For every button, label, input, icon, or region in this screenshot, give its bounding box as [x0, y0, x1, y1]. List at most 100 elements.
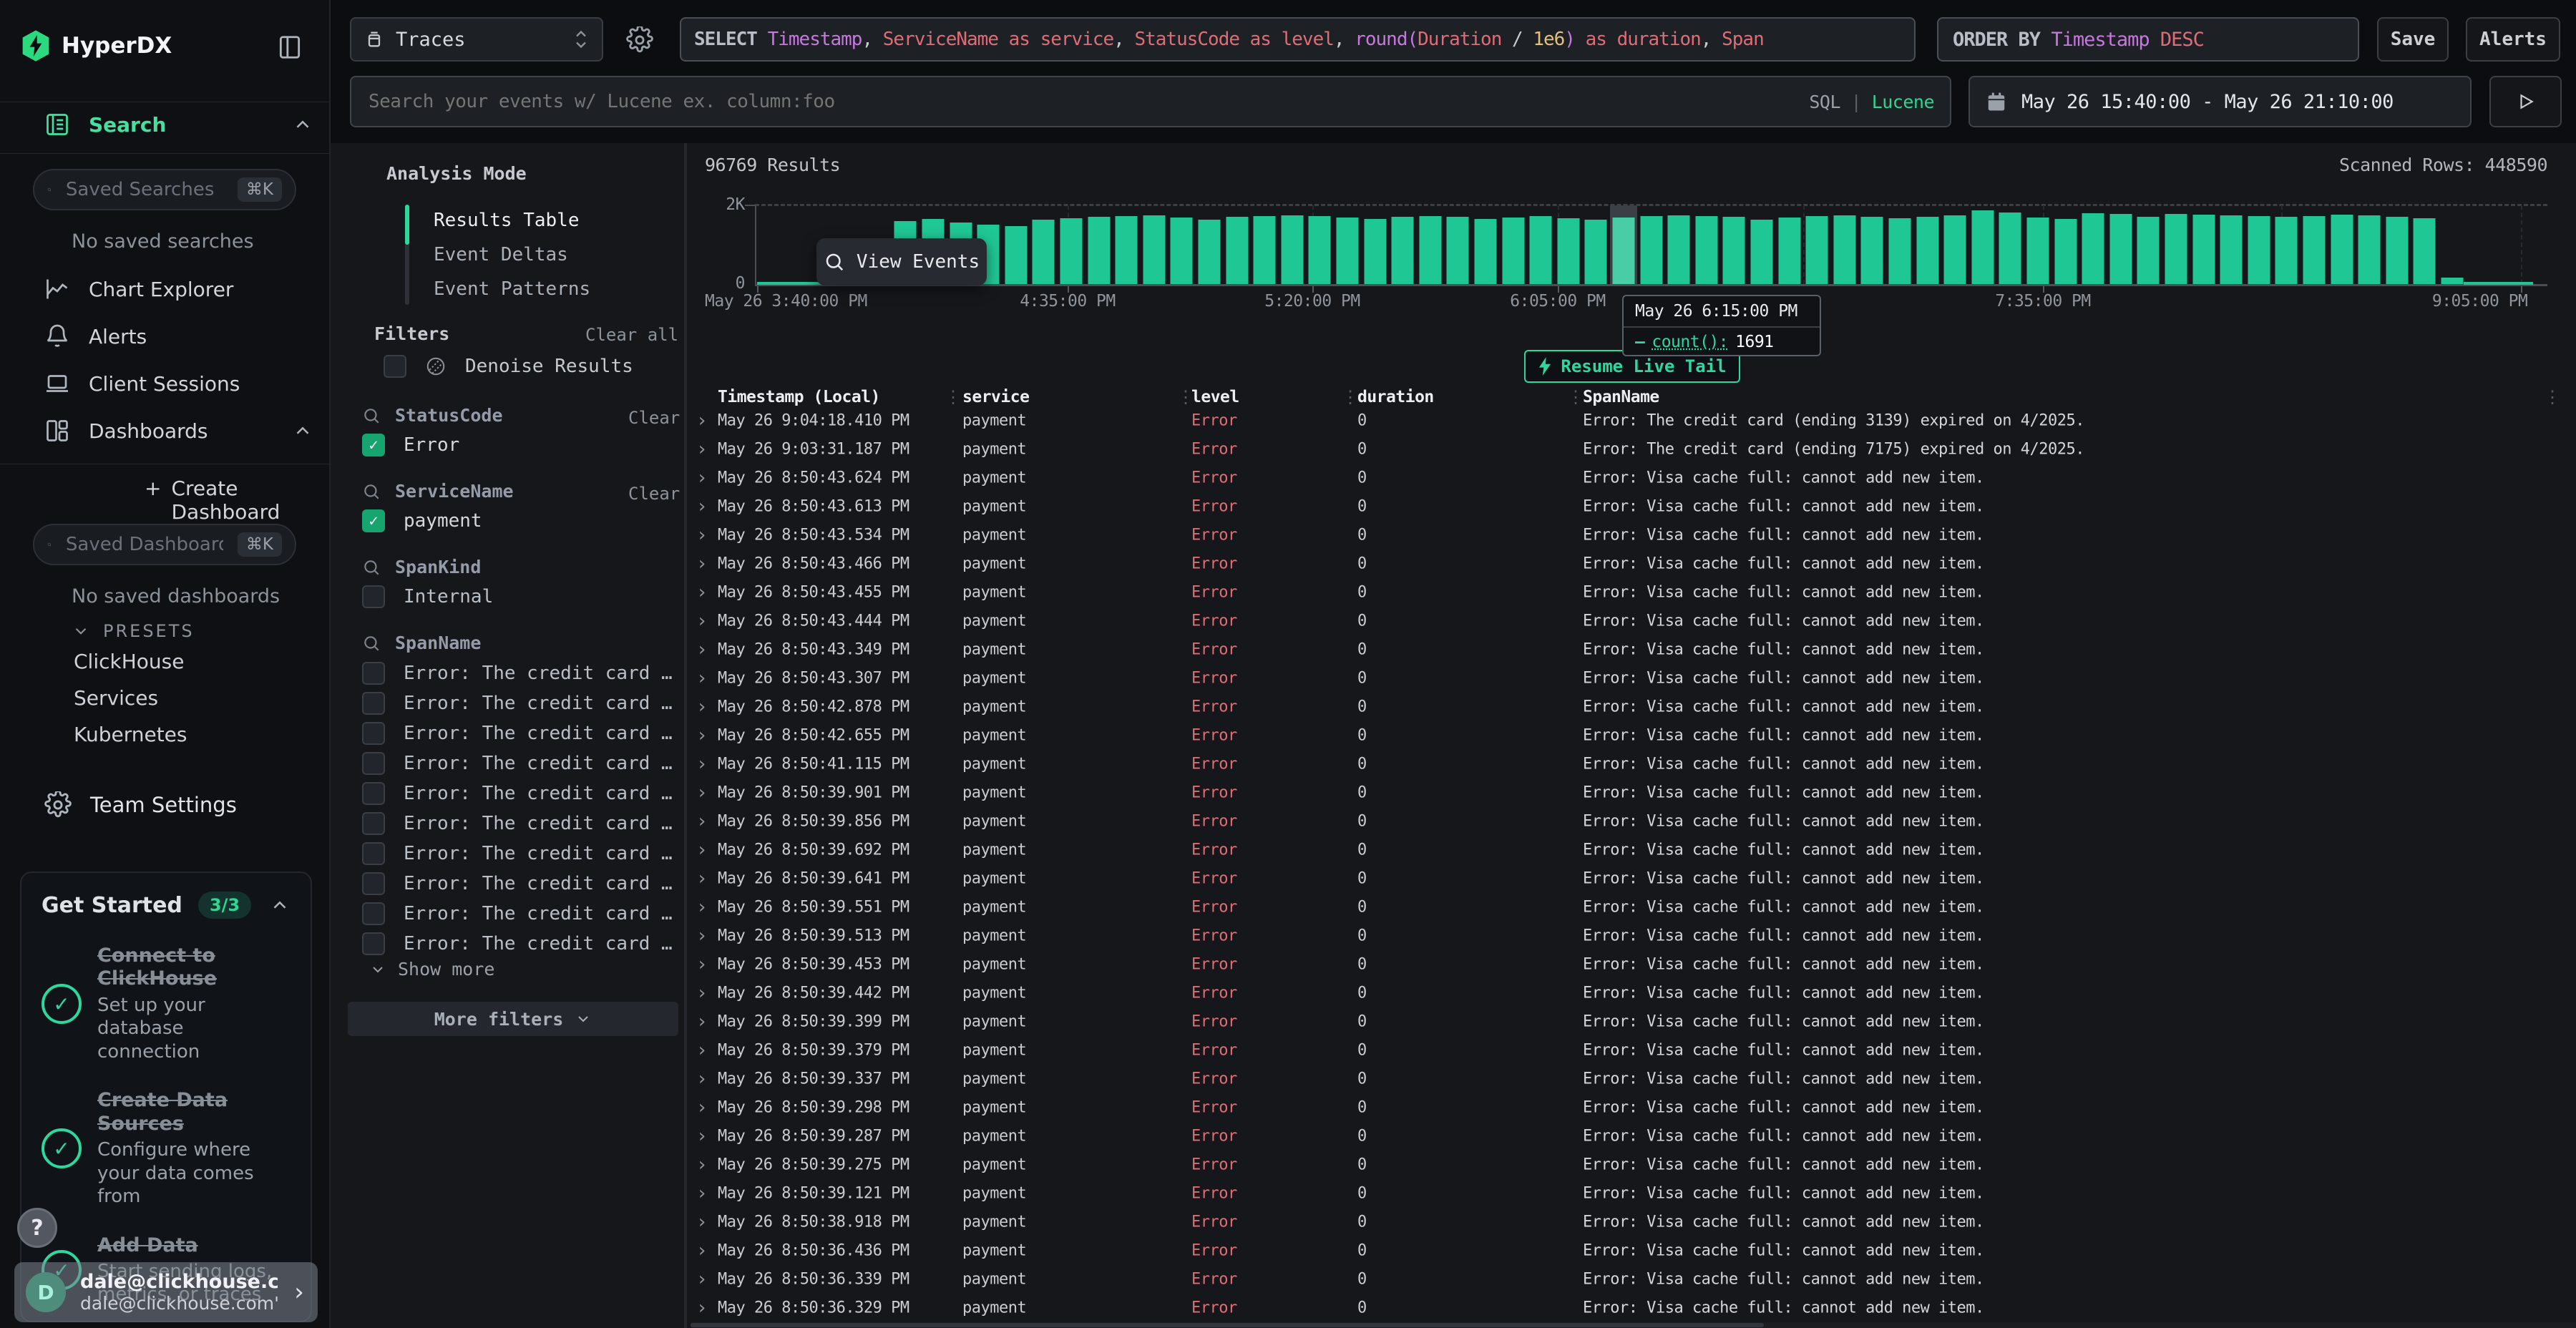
table-row[interactable]: › May 26 8:50:42.655 PM payment Error 0 … — [691, 721, 2576, 750]
row-expand-chevron[interactable]: › — [696, 925, 707, 947]
table-row[interactable]: › May 26 8:50:38.918 PM payment Error 0 … — [691, 1208, 2576, 1236]
table-row[interactable]: › May 26 8:50:42.878 PM payment Error 0 … — [691, 693, 2576, 721]
event-search-bar[interactable]: SQL | Lucene — [350, 76, 1951, 127]
table-row[interactable]: › May 26 8:50:39.513 PM payment Error 0 … — [691, 922, 2576, 950]
scrollbar-thumb[interactable] — [691, 1323, 1764, 1327]
save-button[interactable]: Save — [2377, 17, 2449, 62]
table-row[interactable]: › May 26 8:50:43.466 PM payment Error 0 … — [691, 550, 2576, 578]
row-expand-chevron[interactable]: › — [696, 467, 707, 489]
unchecked-checkbox[interactable] — [362, 752, 385, 775]
denoise-results-toggle[interactable]: Denoise Results — [384, 355, 633, 378]
user-profile-card[interactable]: D dale@clickhouse.com dale@clickhouse.co… — [14, 1262, 318, 1322]
table-row[interactable]: › May 26 8:50:39.442 PM payment Error 0 … — [691, 979, 2576, 1007]
row-expand-chevron[interactable]: › — [696, 1040, 707, 1061]
row-expand-chevron[interactable]: › — [696, 782, 707, 804]
filter-spanname-option[interactable]: Error: The credit card … — [362, 869, 684, 899]
col-header-spanname[interactable]: SpanName — [1583, 388, 1659, 406]
filter-servicename-payment[interactable]: ✓ payment — [362, 509, 482, 532]
unchecked-checkbox[interactable] — [362, 692, 385, 715]
source-select[interactable]: Traces — [350, 17, 603, 62]
date-range-picker[interactable]: May 26 15:40:00 - May 26 21:10:00 — [1968, 76, 2472, 127]
search-icon[interactable] — [362, 634, 381, 653]
row-expand-chevron[interactable]: › — [696, 610, 707, 632]
row-expand-chevron[interactable]: › — [696, 668, 707, 689]
table-row[interactable]: › May 26 8:50:43.307 PM payment Error 0 … — [691, 664, 2576, 693]
row-expand-chevron[interactable]: › — [696, 1297, 707, 1319]
table-row[interactable]: › May 26 8:50:39.379 PM payment Error 0 … — [691, 1036, 2576, 1065]
analysis-mode-option[interactable]: Event Patterns — [434, 272, 590, 306]
unchecked-checkbox[interactable] — [362, 932, 385, 955]
row-expand-chevron[interactable]: › — [696, 1126, 707, 1147]
sidebar-item-client-sessions[interactable]: Client Sessions — [44, 371, 240, 396]
table-row[interactable]: › May 26 8:50:39.453 PM payment Error 0 … — [691, 950, 2576, 979]
chevron-up-icon[interactable] — [292, 114, 313, 135]
checked-checkbox[interactable]: ✓ — [362, 434, 385, 456]
table-row[interactable]: › May 26 8:50:39.337 PM payment Error 0 … — [691, 1065, 2576, 1093]
col-header-duration[interactable]: duration — [1357, 388, 1434, 406]
row-expand-chevron[interactable]: › — [696, 1183, 707, 1204]
chevron-up-icon[interactable] — [269, 894, 291, 916]
source-settings-gear-icon[interactable] — [626, 26, 653, 54]
col-header-level[interactable]: level — [1191, 388, 1239, 406]
clear-all-link[interactable]: Clear all — [585, 325, 678, 345]
table-row[interactable]: › May 26 8:50:39.901 PM payment Error 0 … — [691, 778, 2576, 807]
column-drag-handle[interactable]: ⋮ — [2544, 387, 2561, 407]
table-row[interactable]: › May 26 8:50:39.856 PM payment Error 0 … — [691, 807, 2576, 836]
sidebar-item-alerts[interactable]: Alerts — [44, 323, 147, 349]
filter-spanname-option[interactable]: Error: The credit card … — [362, 658, 684, 688]
get-started-item[interactable]: ✓ Connect to ClickHouse Set up your data… — [42, 944, 291, 1063]
unchecked-checkbox[interactable] — [362, 722, 385, 745]
table-row[interactable]: › May 26 8:50:39.399 PM payment Error 0 … — [691, 1007, 2576, 1036]
row-expand-chevron[interactable]: › — [696, 1097, 707, 1118]
filter-spanname-option[interactable]: Error: The credit card … — [362, 688, 684, 718]
filter-spanname-option[interactable]: Error: The credit card … — [362, 929, 684, 959]
sidebar-item-team-settings[interactable]: Team Settings — [44, 791, 237, 819]
analysis-mode-option[interactable]: Results Table — [434, 203, 590, 238]
row-expand-chevron[interactable]: › — [696, 839, 707, 861]
sidebar-item-dashboards[interactable]: Dashboards — [44, 418, 208, 444]
filter-statuscode-error[interactable]: ✓ Error — [362, 434, 459, 456]
search-icon[interactable] — [362, 406, 381, 425]
sql-query-editor[interactable]: SELECT Timestamp, ServiceName as service… — [680, 17, 1916, 62]
unchecked-checkbox[interactable] — [362, 812, 385, 835]
unchecked-checkbox[interactable] — [362, 662, 385, 685]
table-row[interactable]: › May 26 8:50:43.455 PM payment Error 0 … — [691, 578, 2576, 607]
column-drag-handle[interactable]: ⋮ — [1177, 387, 1194, 407]
table-row[interactable]: › May 26 8:50:41.115 PM payment Error 0 … — [691, 750, 2576, 778]
table-row[interactable]: › May 26 9:03:31.187 PM payment Error 0 … — [691, 435, 2576, 464]
row-expand-chevron[interactable]: › — [696, 410, 707, 431]
table-row[interactable]: › May 26 8:50:36.339 PM payment Error 0 … — [691, 1265, 2576, 1294]
row-expand-chevron[interactable]: › — [696, 982, 707, 1004]
statuscode-clear-link[interactable]: Clear — [628, 408, 680, 428]
filter-spanname-option[interactable]: Error: The credit card … — [362, 748, 684, 778]
search-icon[interactable] — [362, 482, 381, 501]
row-expand-chevron[interactable]: › — [696, 439, 707, 460]
presets-section-toggle[interactable]: PRESETS — [72, 621, 195, 641]
filter-spanname-option[interactable]: Error: The credit card … — [362, 778, 684, 809]
filter-spanname-option[interactable]: Error: The credit card … — [362, 839, 684, 869]
table-row[interactable]: › May 26 8:50:43.349 PM payment Error 0 … — [691, 635, 2576, 664]
lang-toggle-sql[interactable]: SQL — [1809, 92, 1840, 112]
row-expand-chevron[interactable]: › — [696, 639, 707, 660]
run-query-button[interactable] — [2489, 76, 2562, 127]
column-drag-handle[interactable]: ⋮ — [1567, 387, 1584, 407]
row-expand-chevron[interactable]: › — [696, 553, 707, 575]
table-row[interactable]: › May 26 8:50:39.692 PM payment Error 0 … — [691, 836, 2576, 864]
order-by-editor[interactable]: ORDER BY Timestamp DESC — [1937, 17, 2359, 62]
table-row[interactable]: › May 26 8:50:36.436 PM payment Error 0 … — [691, 1236, 2576, 1265]
event-search-input[interactable] — [367, 90, 1809, 113]
sidebar-item-search[interactable]: Search — [44, 112, 166, 137]
row-expand-chevron[interactable]: › — [696, 725, 707, 746]
search-icon[interactable] — [362, 558, 381, 577]
row-expand-chevron[interactable]: › — [696, 897, 707, 918]
row-expand-chevron[interactable]: › — [696, 1269, 707, 1290]
unchecked-checkbox[interactable] — [362, 872, 385, 895]
row-expand-chevron[interactable]: › — [696, 524, 707, 546]
preset-dashboard-link[interactable]: ClickHouse — [74, 650, 331, 673]
table-row[interactable]: › May 26 8:50:43.534 PM payment Error 0 … — [691, 521, 2576, 550]
logo[interactable]: HyperDX — [21, 30, 172, 62]
get-started-item[interactable]: ✓ Create Data Sources Configure where yo… — [42, 1089, 291, 1208]
table-row[interactable]: › May 26 8:50:39.298 PM payment Error 0 … — [691, 1093, 2576, 1122]
filter-spanname-option[interactable]: Error: The credit card … — [362, 718, 684, 748]
table-row[interactable]: › May 26 8:50:39.121 PM payment Error 0 … — [691, 1179, 2576, 1208]
